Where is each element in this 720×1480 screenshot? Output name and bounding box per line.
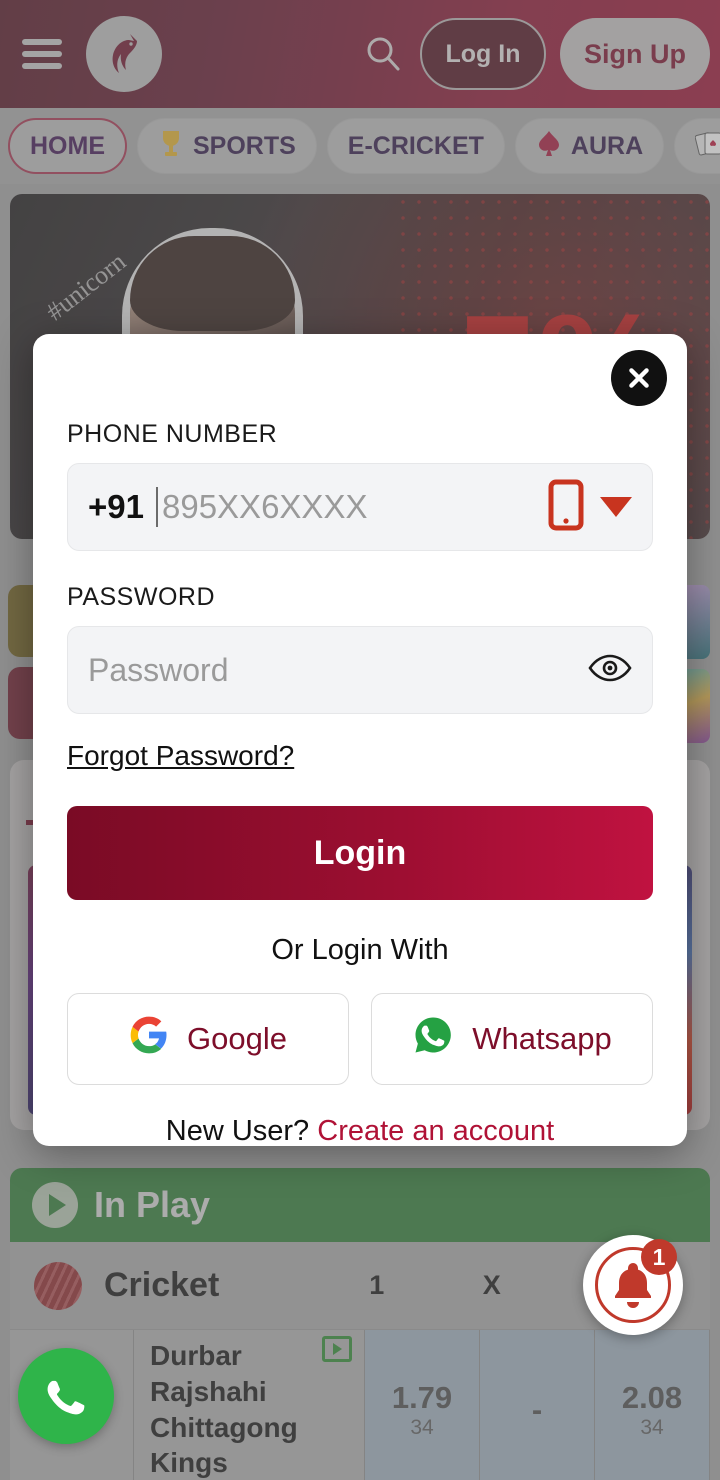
password-input[interactable]: Password <box>67 626 653 714</box>
whatsapp-label: Whatsapp <box>472 1021 612 1056</box>
new-user-label: New User? <box>165 1115 310 1147</box>
phone-input-icons <box>548 479 632 536</box>
social-login-row: Google Whatsapp <box>67 993 653 1085</box>
google-glyph <box>130 1016 167 1054</box>
whatsapp-glyph <box>415 1017 452 1053</box>
bell-badge: 1 <box>641 1239 677 1275</box>
create-account-link[interactable]: Create an account <box>317 1115 554 1147</box>
eye-glyph <box>588 654 632 681</box>
google-icon <box>129 1015 169 1063</box>
text-caret <box>155 487 158 527</box>
google-label: Google <box>187 1021 287 1056</box>
eye-icon[interactable] <box>588 653 632 688</box>
whatsapp-float-button[interactable] <box>18 1348 114 1444</box>
notification-bell-button[interactable]: 1 <box>583 1235 683 1335</box>
forgot-password-link[interactable]: Forgot Password? <box>67 740 294 772</box>
whatsapp-login-button[interactable]: Whatsapp <box>371 993 653 1085</box>
password-label: PASSWORD <box>67 583 215 611</box>
chevron-down-icon[interactable] <box>600 497 632 517</box>
app-root: Log In Sign Up HOME SPORTS E-CRICKET AUR… <box>0 0 720 1480</box>
google-login-button[interactable]: Google <box>67 993 349 1085</box>
login-submit-button[interactable]: Login <box>67 806 653 900</box>
phone-input[interactable]: +91 895XX6XXXX <box>67 463 653 551</box>
whatsapp-icon <box>47 1380 85 1415</box>
country-code: +91 <box>88 488 144 525</box>
mobile-icon[interactable] <box>548 479 584 536</box>
whatsapp-icon <box>412 1014 454 1064</box>
phone-placeholder: 895XX6XXXX <box>161 488 368 525</box>
close-glyph <box>629 368 649 388</box>
close-icon[interactable] <box>611 350 667 406</box>
login-modal: PHONE NUMBER +91 895XX6XXXX PASSWORD Pas… <box>33 334 687 1148</box>
phone-label: PHONE NUMBER <box>67 420 278 448</box>
password-placeholder: Password <box>88 651 229 688</box>
mobile-glyph <box>548 479 584 530</box>
new-user-row: New User? Create an account <box>67 1115 653 1148</box>
or-login-with-label: Or Login With <box>271 934 449 966</box>
